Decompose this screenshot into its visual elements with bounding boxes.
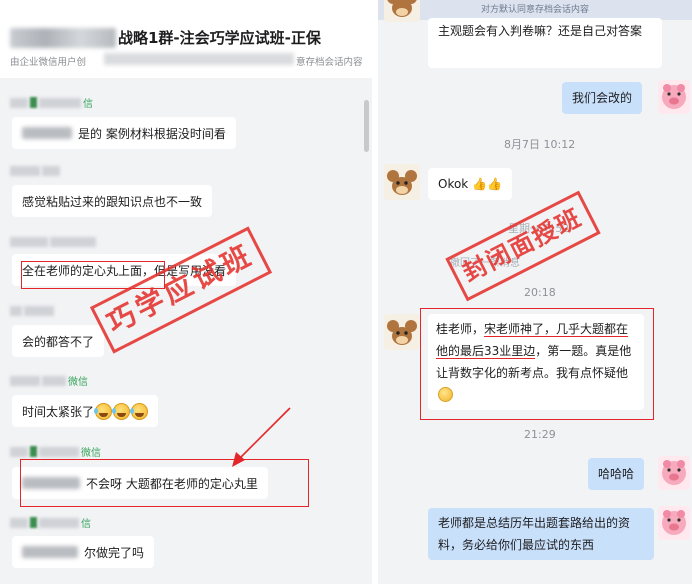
message-bubble-outgoing: 我们会改的: [562, 82, 643, 114]
message-bubble: 感觉粘贴过来的跟知识点也不一致: [12, 185, 213, 217]
message-bubble: 是的 案例材料根据没时间看: [12, 117, 236, 149]
message-bubble: 尔做完了吗: [12, 536, 155, 568]
laugh-cry-emoji-icon: [130, 402, 149, 420]
highlight-box: [420, 308, 654, 420]
message-bubble-outgoing: 老师都是总结历年出题套路给出的资料，务必给你们最应试的东西: [428, 508, 654, 560]
message-bubble-outgoing: 哈哈哈: [588, 458, 645, 490]
chat-header: 战略1群-注会巧学应试班-正保 由企业微信用户创 意存档会话内容: [0, 0, 372, 78]
jerry-avatar-icon: [384, 0, 420, 22]
sender-name: [10, 164, 62, 177]
jerry-avatar-icon: [384, 164, 420, 200]
timestamp: 8月7日 10:12: [504, 138, 576, 151]
sender-name: 信: [10, 516, 91, 530]
message-bubble: 时间太紧张了: [12, 395, 159, 427]
pig-avatar-icon: [658, 506, 690, 540]
sender-name: [10, 235, 98, 248]
thumbs-up-icon: 👍👍: [472, 177, 502, 191]
sender-name: [10, 304, 56, 317]
laugh-cry-emoji-icon: [94, 402, 113, 420]
message-bubble: 会的都答不了: [12, 325, 105, 357]
timestamp: 21:29: [524, 428, 556, 441]
jerry-avatar-icon: [384, 314, 420, 350]
group-title: 战略1群-注会巧学应试班-正保: [118, 29, 321, 47]
highlight-box: [20, 459, 309, 507]
group-subtitle-prefix: 由企业微信用户创: [10, 57, 87, 68]
message-bubble: Okok 👍👍: [428, 168, 512, 200]
blurred-subtitle: [104, 53, 294, 65]
scrollbar[interactable]: [364, 100, 369, 152]
laugh-cry-emoji-icon: [112, 402, 131, 420]
timestamp: 20:18: [524, 286, 556, 299]
pig-avatar-icon: [658, 80, 690, 114]
sender-name: 微信: [10, 374, 88, 388]
message-bubble: 主观题会有入判卷嘛？还是自己对答案: [428, 18, 662, 68]
archive-notice: 对方默认同意存档会话内容: [378, 0, 692, 20]
pig-avatar-icon: [658, 456, 690, 490]
sender-name: 信: [10, 96, 93, 110]
sender-name: 微信: [10, 445, 101, 459]
blurred-group-prefix: [10, 28, 116, 48]
group-subtitle-suffix: 意存档会话内容: [296, 57, 363, 68]
right-chat-panel: 对方默认同意存档会话内容 主观题会有入判卷嘛？还是自己对答案 我们会改的 8月7…: [378, 0, 692, 584]
